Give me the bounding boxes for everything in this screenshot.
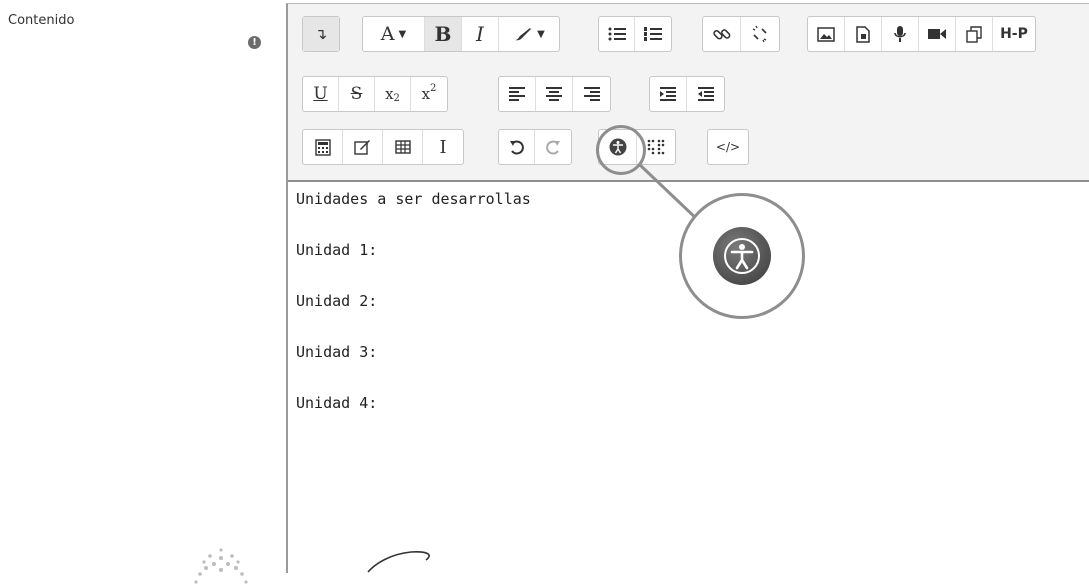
calculator-icon xyxy=(314,138,331,156)
align-right-icon xyxy=(583,87,600,101)
unlink-button[interactable] xyxy=(741,17,779,51)
collapse-icon: ↴ xyxy=(314,25,328,43)
table-icon xyxy=(394,140,411,154)
align-center-button[interactable] xyxy=(536,77,573,111)
manage-files-button[interactable] xyxy=(956,17,993,51)
video-camera-icon xyxy=(928,29,946,39)
document-icon xyxy=(856,25,870,43)
h5p-button[interactable]: H-P xyxy=(993,17,1035,51)
undo-button[interactable] xyxy=(499,130,535,164)
font-color-icon: A xyxy=(380,23,395,45)
chevron-down-icon: ▼ xyxy=(537,28,545,40)
equation-editor-button[interactable] xyxy=(303,130,343,164)
clear-formatting-button[interactable]: I xyxy=(423,130,463,164)
record-audio-button[interactable] xyxy=(882,17,919,51)
accessibility-icon xyxy=(713,227,771,285)
redo-icon xyxy=(545,140,560,155)
required-icon: ! xyxy=(248,36,261,49)
ordered-list-icon xyxy=(644,27,662,41)
braille-icon xyxy=(647,139,665,155)
superscript-button[interactable]: x2 xyxy=(411,77,447,111)
image-icon xyxy=(817,26,835,42)
callout-highlight-ring xyxy=(596,125,646,175)
align-right-button[interactable] xyxy=(573,77,610,111)
insert-group: I xyxy=(302,129,464,165)
chevron-down-icon: ▼ xyxy=(398,28,407,40)
align-left-icon xyxy=(509,87,525,101)
accessibility-figure-icon xyxy=(724,238,760,274)
bold-button[interactable]: B xyxy=(425,17,462,51)
edit-icon xyxy=(354,140,370,155)
indent-group xyxy=(649,76,725,112)
strikethrough-button[interactable]: S xyxy=(339,77,375,111)
toolbar-collapse-button[interactable]: ↴ xyxy=(303,17,339,51)
text-style-button[interactable]: ▼ xyxy=(499,17,559,51)
align-group xyxy=(498,76,611,112)
content-line: Unidad 3: xyxy=(296,343,378,361)
superscript-index: 2 xyxy=(430,82,437,94)
bulleted-list-button[interactable] xyxy=(599,17,635,51)
italic-button[interactable]: I xyxy=(462,17,499,51)
align-left-button[interactable] xyxy=(499,77,536,111)
link-button[interactable] xyxy=(703,17,741,51)
list-group xyxy=(598,16,672,52)
field-label: Contenido xyxy=(8,13,75,28)
text-style-group: A ▼ B I ▼ xyxy=(362,16,560,52)
redo-button[interactable] xyxy=(535,130,571,164)
outdent-icon xyxy=(697,87,714,101)
callout-magnifier xyxy=(679,193,805,319)
insert-image-button[interactable] xyxy=(808,17,845,51)
content-line: Unidad 4: xyxy=(296,394,378,412)
files-icon xyxy=(965,25,982,43)
paintbrush-icon xyxy=(515,28,532,41)
numbered-list-button[interactable] xyxy=(635,17,671,51)
insert-table-button[interactable] xyxy=(383,130,423,164)
underline-button[interactable]: U xyxy=(303,77,339,111)
font-color-button[interactable]: A ▼ xyxy=(363,17,425,51)
link-group xyxy=(702,16,780,52)
h5p-icon: H-P xyxy=(1000,26,1028,42)
indent-button[interactable] xyxy=(650,77,687,111)
link-icon xyxy=(712,29,730,40)
align-center-icon xyxy=(546,87,562,101)
superscript-label: x xyxy=(421,85,431,103)
html-source-button[interactable]: </> xyxy=(708,130,748,164)
history-group xyxy=(498,129,572,165)
indent-icon xyxy=(660,87,676,101)
subscript-index: 2 xyxy=(393,92,400,104)
seal-watermark xyxy=(194,548,248,584)
subscript-label: x xyxy=(385,85,394,103)
undo-icon xyxy=(510,140,524,155)
microphone-icon xyxy=(894,26,906,42)
record-video-button[interactable] xyxy=(919,17,956,51)
media-group: H-P xyxy=(807,16,1036,52)
unordered-list-icon xyxy=(608,27,626,41)
insert-media-button[interactable] xyxy=(845,17,882,51)
content-line: Unidad 2: xyxy=(296,292,378,310)
signature-mark xyxy=(367,551,430,573)
content-line: Unidades a ser desarrollas xyxy=(296,190,531,208)
insert-character-button[interactable] xyxy=(343,130,383,164)
outdent-button[interactable] xyxy=(687,77,724,111)
collapse-group: ↴ xyxy=(302,16,340,52)
unlink-icon xyxy=(752,25,767,43)
format-group: U S x2 x2 xyxy=(302,76,448,112)
editor-toolbar: ↴ A ▼ B I ▼ H-P U S x 2 x 2 I </> xyxy=(288,4,1089,182)
subscript-button[interactable]: x2 xyxy=(375,77,411,111)
html-group: </> xyxy=(707,129,749,165)
